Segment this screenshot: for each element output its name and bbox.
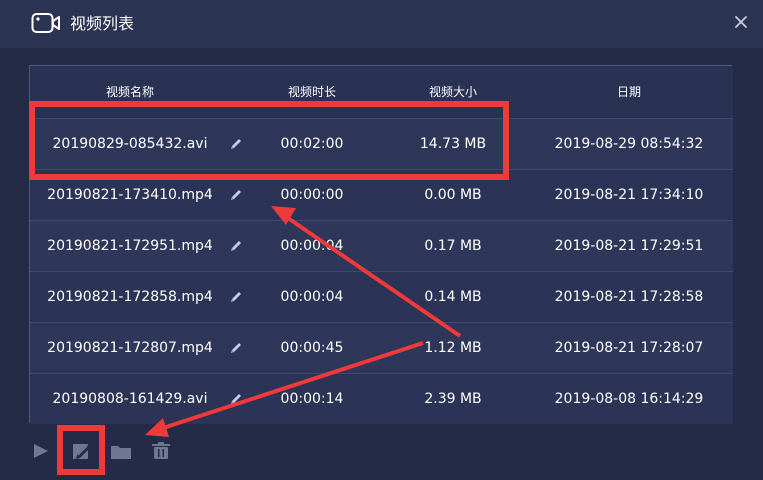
header-date: 日期: [616, 85, 641, 99]
rename-pencil-icon[interactable]: [228, 136, 244, 152]
video-date-cell: 2019-08-21 17:28:07: [554, 340, 704, 356]
video-size-cell: 1.12 MB: [424, 340, 482, 356]
video-duration-cell: 00:00:04: [280, 289, 344, 305]
header-name: 视频名称: [105, 85, 154, 99]
table-row[interactable]: 20190808-161429.avi 00:00:14 2.39 MB 2019-0…: [30, 373, 733, 424]
table-header: 视频名称 视频时长 视频大小 日期: [30, 66, 733, 118]
video-name-cell: 20190821-172858.mp4: [47, 289, 213, 305]
video-date-cell: 2019-08-08 16:14:29: [554, 391, 704, 407]
rename-pencil-icon[interactable]: [228, 391, 244, 407]
video-table: 视频名称 视频时长 视频大小 日期 20190829-085432.avi 00:…: [29, 65, 733, 424]
table-row[interactable]: 20190821-172807.mp4 00:00:45 1.12 MB 2019-0…: [30, 322, 733, 373]
video-size-cell: 2.39 MB: [424, 391, 482, 407]
table-row[interactable]: 20190821-173410.mp4 00:00:00 0.00 MB 2019-0…: [30, 169, 733, 220]
video-list-window: 视频列表 视频名称 视频时长 视频大小 日期 20190829-085432.a…: [0, 0, 763, 480]
video-name-cell: 20190821-172951.mp4: [47, 238, 213, 254]
video-name-cell: 20190829-085432.avi: [52, 136, 208, 152]
video-camera-icon: [31, 13, 60, 33]
table-row[interactable]: 20190821-172858.mp4 00:00:04 0.14 MB 2019-0…: [30, 271, 733, 322]
video-duration-cell: 00:00:45: [280, 340, 344, 356]
video-date-cell: 2019-08-21 17:28:58: [554, 289, 704, 305]
play-icon[interactable]: [29, 437, 53, 465]
video-size-cell: 0.17 MB: [424, 238, 482, 254]
edit-icon[interactable]: [69, 437, 93, 465]
video-date-cell: 2019-08-29 08:54:32: [554, 136, 704, 152]
video-size-cell: 14.73 MB: [419, 136, 487, 152]
rename-pencil-icon[interactable]: [228, 187, 244, 203]
video-duration-cell: 00:00:00: [280, 187, 344, 203]
rename-pencil-icon[interactable]: [228, 340, 244, 356]
rename-pencil-icon[interactable]: [228, 238, 244, 254]
table-row[interactable]: 20190821-172951.mp4 00:00:04 0.17 MB 2019-0…: [30, 220, 733, 271]
header-size: 视频大小: [428, 85, 477, 99]
rename-pencil-icon[interactable]: [228, 289, 244, 305]
video-size-cell: 0.00 MB: [424, 187, 482, 203]
video-name-cell: 20190808-161429.avi: [52, 391, 208, 407]
trash-icon[interactable]: [149, 437, 173, 465]
video-name-cell: 20190821-172807.mp4: [47, 340, 213, 356]
video-date-cell: 2019-08-21 17:29:51: [554, 238, 704, 254]
folder-icon[interactable]: [109, 437, 133, 465]
video-duration-cell: 00:00:04: [280, 238, 344, 254]
video-duration-cell: 00:00:14: [280, 391, 344, 407]
video-date-cell: 2019-08-21 17:34:10: [554, 187, 704, 203]
close-icon[interactable]: [729, 10, 753, 34]
video-name-cell: 20190821-173410.mp4: [47, 187, 213, 203]
video-duration-cell: 00:02:00: [280, 136, 344, 152]
window-title: 视频列表: [70, 14, 135, 33]
title-bar: 视频列表: [0, 0, 763, 48]
header-duration: 视频时长: [287, 85, 336, 99]
table-row[interactable]: 20190829-085432.avi 00:02:00 14.73 MB 2019-…: [30, 118, 733, 169]
video-size-cell: 0.14 MB: [424, 289, 482, 305]
